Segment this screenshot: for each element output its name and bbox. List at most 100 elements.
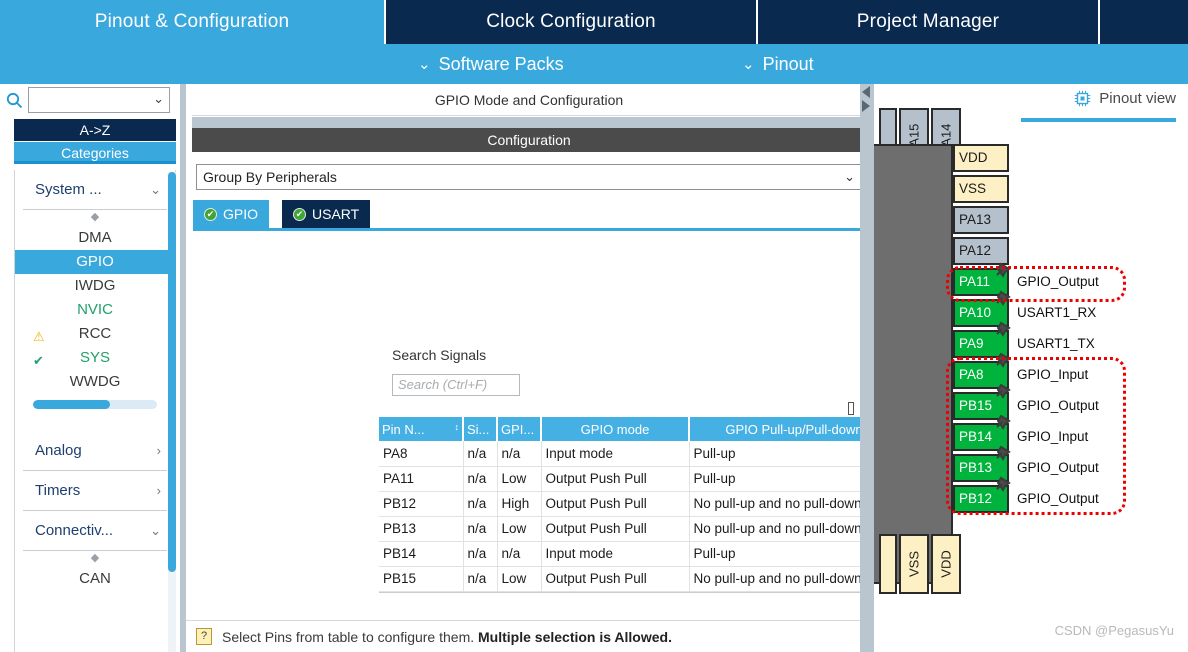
pinout-view-tab-label: Pinout view <box>1099 90 1176 107</box>
sidebar-tab-categories-label: Categories <box>61 145 129 161</box>
column-header-pin-name-label: Pin N... <box>382 421 425 437</box>
tab-pinout-configuration-label: Pinout & Configuration <box>94 11 290 32</box>
column-header-pin-name[interactable]: ↕ Pin N... <box>379 417 464 441</box>
sidebar-scrollbar-thumb[interactable] <box>168 172 176 572</box>
secondary-bar: ⌄ Software Packs ⌄ Pinout <box>0 44 1188 84</box>
column-header-gpio-pull-label: GPIO Pull-up/Pull-down <box>725 421 863 437</box>
status-bar: ? Select Pins from table to configure th… <box>186 620 860 652</box>
collapse-right-icon[interactable] <box>862 100 870 112</box>
sidebar-item-iwdg[interactable]: IWDG <box>15 274 175 298</box>
check-icon: ✔ <box>204 207 217 221</box>
tab-usart-label: USART <box>312 206 360 222</box>
menu-pinout-label: Pinout <box>762 53 814 74</box>
sidebar-item-wwdg[interactable]: WWDG <box>15 370 175 394</box>
group-by-dropdown[interactable]: Group By Peripherals ⌄ <box>196 164 862 190</box>
cell-mode[interactable]: Output Push Pull <box>541 491 690 517</box>
cell-level: Low <box>497 466 542 492</box>
sidebar-item-sys-label: SYS <box>79 349 110 366</box>
sidebar-group-connectivity[interactable]: Connectiv... ⌄ <box>23 511 167 551</box>
chevron-right-icon: › <box>156 443 161 458</box>
cell-signal: n/a <box>463 441 498 467</box>
right-panel-bottom-strip <box>874 640 1188 652</box>
sidebar-group-analog-label: Analog <box>35 442 82 459</box>
watermark: CSDN @PegasusYu <box>1054 623 1174 638</box>
status-bar-text: Select Pins from table to configure them… <box>222 629 672 645</box>
cell-level: Low <box>497 566 542 592</box>
bottom-pin-vdd-label: VDD <box>938 550 954 578</box>
side-pin-pa12[interactable]: PA12 <box>953 237 1009 265</box>
configuration-header: Configuration <box>192 128 866 152</box>
pinout-view-tab[interactable]: Pinout view <box>1074 90 1176 112</box>
bottom-pin-vss[interactable]: VSS <box>899 534 929 594</box>
tab-clock-configuration[interactable]: Clock Configuration <box>386 0 758 44</box>
sidebar-tab-categories[interactable]: Categories <box>14 142 176 164</box>
cell-pin: PA11 <box>379 466 464 492</box>
sidebar-item-gpio[interactable]: GPIO <box>15 250 175 274</box>
tab-clock-configuration-label: Clock Configuration <box>486 11 656 32</box>
column-header-gpio-mode[interactable]: GPIO mode <box>541 417 690 441</box>
chevron-right-icon: › <box>156 483 161 498</box>
column-header-gpio-level[interactable]: GPI... <box>497 417 542 441</box>
tab-gpio[interactable]: ✔ GPIO <box>193 200 270 228</box>
sidebar-item-rcc[interactable]: ⚠ RCC <box>15 322 175 346</box>
tab-tools[interactable] <box>1100 0 1186 44</box>
sidebar-item-dma[interactable]: DMA <box>15 226 175 250</box>
sidebar-group-connectivity-label: Connectiv... <box>35 522 114 539</box>
sidebar-scrollbar[interactable] <box>168 172 176 652</box>
sidebar-group-analog[interactable]: Analog › <box>23 431 167 471</box>
pinout-view-panel: Pinout view PA15 PA14 VDD VSS PA13 PA12 … <box>874 84 1188 652</box>
cell-signal: n/a <box>463 466 498 492</box>
menu-pinout[interactable]: ⌄ Pinout <box>742 54 814 75</box>
sidebar-item-sys[interactable]: ✔ SYS <box>15 346 175 370</box>
tab-project-manager[interactable]: Project Manager <box>758 0 1100 44</box>
sidebar-group-system[interactable]: System ... ⌄ <box>23 170 167 210</box>
sidebar-item-nvic[interactable]: NVIC <box>15 298 175 322</box>
tab-project-manager-label: Project Manager <box>856 11 1000 32</box>
main-tab-bar: Pinout & Configuration Clock Configurati… <box>0 0 1188 44</box>
side-pin-vdd-1[interactable]: VDD <box>953 144 1009 172</box>
side-pin-vss-1[interactable]: VSS <box>953 175 1009 203</box>
tab-pinout-configuration[interactable]: Pinout & Configuration <box>0 0 386 44</box>
side-pin-pa9-label: PA9 <box>959 336 984 351</box>
search-signals-label: Search Signals <box>392 347 487 363</box>
cell-signal: n/a <box>463 516 498 542</box>
sidebar-search-input[interactable]: ⌄ <box>28 87 170 113</box>
search-signals-input[interactable]: Search (Ctrl+F) <box>392 374 520 396</box>
system-group-scroll-progress[interactable] <box>33 400 157 409</box>
cell-level: Low <box>497 516 542 542</box>
search-icon[interactable] <box>0 85 28 115</box>
sidebar-tab-az[interactable]: A->Z <box>14 119 176 141</box>
cell-mode[interactable]: Input mode <box>541 441 690 467</box>
side-pin-pa9[interactable]: PA9 <box>953 330 1009 358</box>
scroll-up-indicator-2[interactable]: ◆ <box>15 551 175 567</box>
chip-icon <box>1075 90 1091 107</box>
bottom-pin-partial[interactable] <box>879 534 897 594</box>
help-icon[interactable]: ? <box>196 628 212 645</box>
side-pin-pa13-label: PA13 <box>959 212 992 227</box>
sidebar-item-nvic-label: NVIC <box>77 301 113 318</box>
cell-mode[interactable]: Output Push Pull <box>541 566 690 592</box>
cell-pin: PB12 <box>379 491 464 517</box>
cell-mode[interactable]: Input mode <box>541 541 690 567</box>
panel-divider[interactable] <box>860 84 874 652</box>
bottom-pin-vss-label: VSS <box>906 550 922 578</box>
cell-mode[interactable]: Output Push Pull <box>541 466 690 492</box>
sidebar-item-can[interactable]: CAN <box>15 567 175 591</box>
show-only-modified-pins-checkbox[interactable] <box>848 401 855 415</box>
cell-signal: n/a <box>463 491 498 517</box>
sidebar-group-timers[interactable]: Timers › <box>23 471 167 511</box>
column-header-gpio-level-label: GPI... <box>501 421 535 437</box>
pinout-view-tab-underline <box>1021 118 1176 122</box>
column-header-signal[interactable]: Si... <box>463 417 498 441</box>
annotation-gpio-group-highlight <box>946 357 1126 515</box>
cell-mode[interactable]: Output Push Pull <box>541 516 690 542</box>
scroll-up-indicator[interactable]: ◆ <box>15 210 175 226</box>
collapse-left-icon[interactable] <box>862 86 870 98</box>
tab-usart[interactable]: ✔ USART <box>282 200 371 228</box>
menu-software-packs[interactable]: ⌄ Software Packs <box>418 54 564 75</box>
annotation-pa11-highlight <box>946 266 1126 302</box>
side-pin-pa13[interactable]: PA13 <box>953 206 1009 234</box>
stm32cubemx-window: Pinout & Configuration Clock Configurati… <box>0 0 1188 652</box>
bottom-pin-vdd[interactable]: VDD <box>931 534 961 594</box>
side-pin-pa10[interactable]: PA10 <box>953 299 1009 327</box>
